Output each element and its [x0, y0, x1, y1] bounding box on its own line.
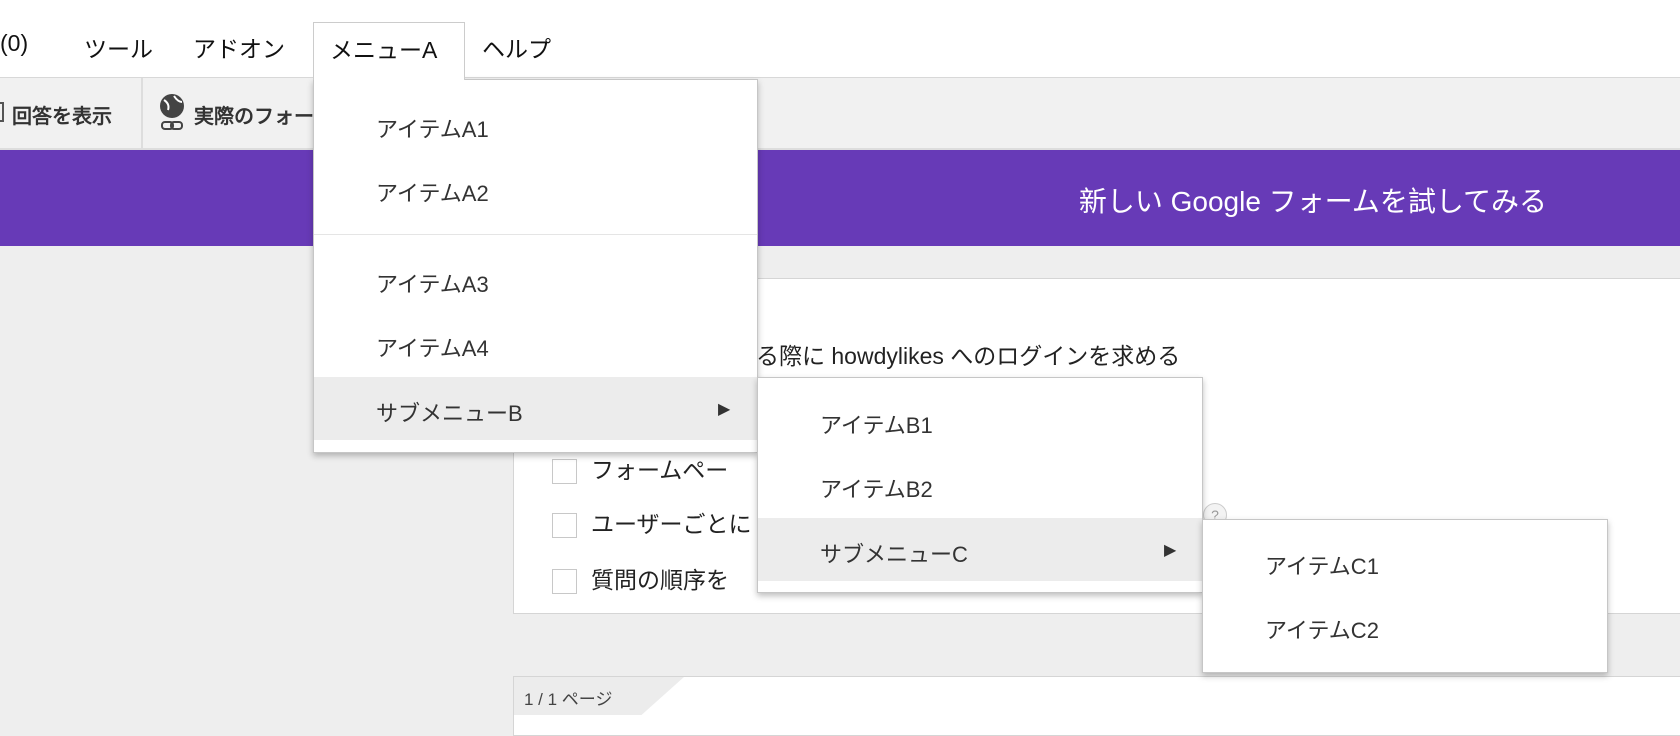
menu-b-dropdown: アイテムB1 アイテムB2 サブメニューC ▶ [757, 377, 1203, 593]
toolbar-divider [141, 78, 143, 148]
menu-item-b1[interactable]: アイテムB1 [758, 389, 1202, 452]
submenu-b-item[interactable]: サブメニューB ▶ [314, 377, 757, 440]
new-forms-banner[interactable]: 新しい Google フォームを試してみる [0, 150, 1680, 246]
menu-item-a1[interactable]: アイテムA1 [314, 93, 757, 156]
submenu-arrow-icon: ▶ [1164, 542, 1177, 559]
menu-help[interactable]: ヘルプ [482, 30, 551, 64]
menu-separator [314, 234, 757, 235]
menu-item-b2[interactable]: アイテムB2 [758, 453, 1202, 516]
menu-bar: (0) ツール アドオン ヘルプ [0, 0, 1680, 78]
view-live-form-button[interactable]: 実際のフォー [194, 100, 314, 129]
option-row: フォームペー [552, 451, 728, 485]
option-row: ユーザーごとに [552, 505, 752, 539]
menu-item-a3[interactable]: アイテムA3 [314, 248, 757, 311]
menu-item-a2[interactable]: アイテムA2 [314, 157, 757, 220]
menu-a-label: メニューA [330, 37, 438, 63]
option-row: 質問の順序を [552, 561, 729, 595]
menu-addons[interactable]: アドオン [193, 30, 285, 64]
menu-tools[interactable]: ツール [84, 30, 153, 64]
menu-item-c2[interactable]: アイテムC2 [1203, 594, 1607, 657]
responses-icon [0, 102, 4, 122]
submenu-c-item[interactable]: サブメニューC ▶ [758, 518, 1202, 581]
option-label: フォームペー [591, 457, 729, 483]
banner-text: 新しい Google フォームを試してみる [1078, 186, 1547, 217]
menu-a-dropdown: アイテムA1 アイテムA2 アイテムA3 アイテムA4 サブメニューB ▶ [313, 79, 758, 453]
checkbox[interactable] [552, 513, 577, 539]
menu-item-a4[interactable]: アイテムA4 [314, 312, 757, 375]
submenu-arrow-icon: ▶ [718, 401, 731, 418]
menu-c-dropdown: アイテムC1 アイテムC2 [1202, 519, 1608, 673]
checkbox[interactable] [552, 459, 577, 485]
page-card: 1 / 1 ページ [513, 676, 1680, 736]
toolbar: 回答を表示 実際のフォー [0, 78, 1680, 150]
checkbox[interactable] [552, 569, 577, 595]
option-label: ユーザーごとに [591, 511, 752, 537]
view-responses-button[interactable]: 回答を表示 [12, 100, 112, 129]
page-indicator: 1 / 1 ページ [514, 677, 684, 715]
menu-a-tab[interactable]: メニューA [313, 22, 465, 80]
menu-item-count[interactable]: (0) [0, 30, 28, 57]
option-label: 質問の順序を [591, 567, 729, 593]
globe-link-icon [160, 94, 184, 130]
menu-item-c1[interactable]: アイテムC1 [1203, 530, 1607, 593]
